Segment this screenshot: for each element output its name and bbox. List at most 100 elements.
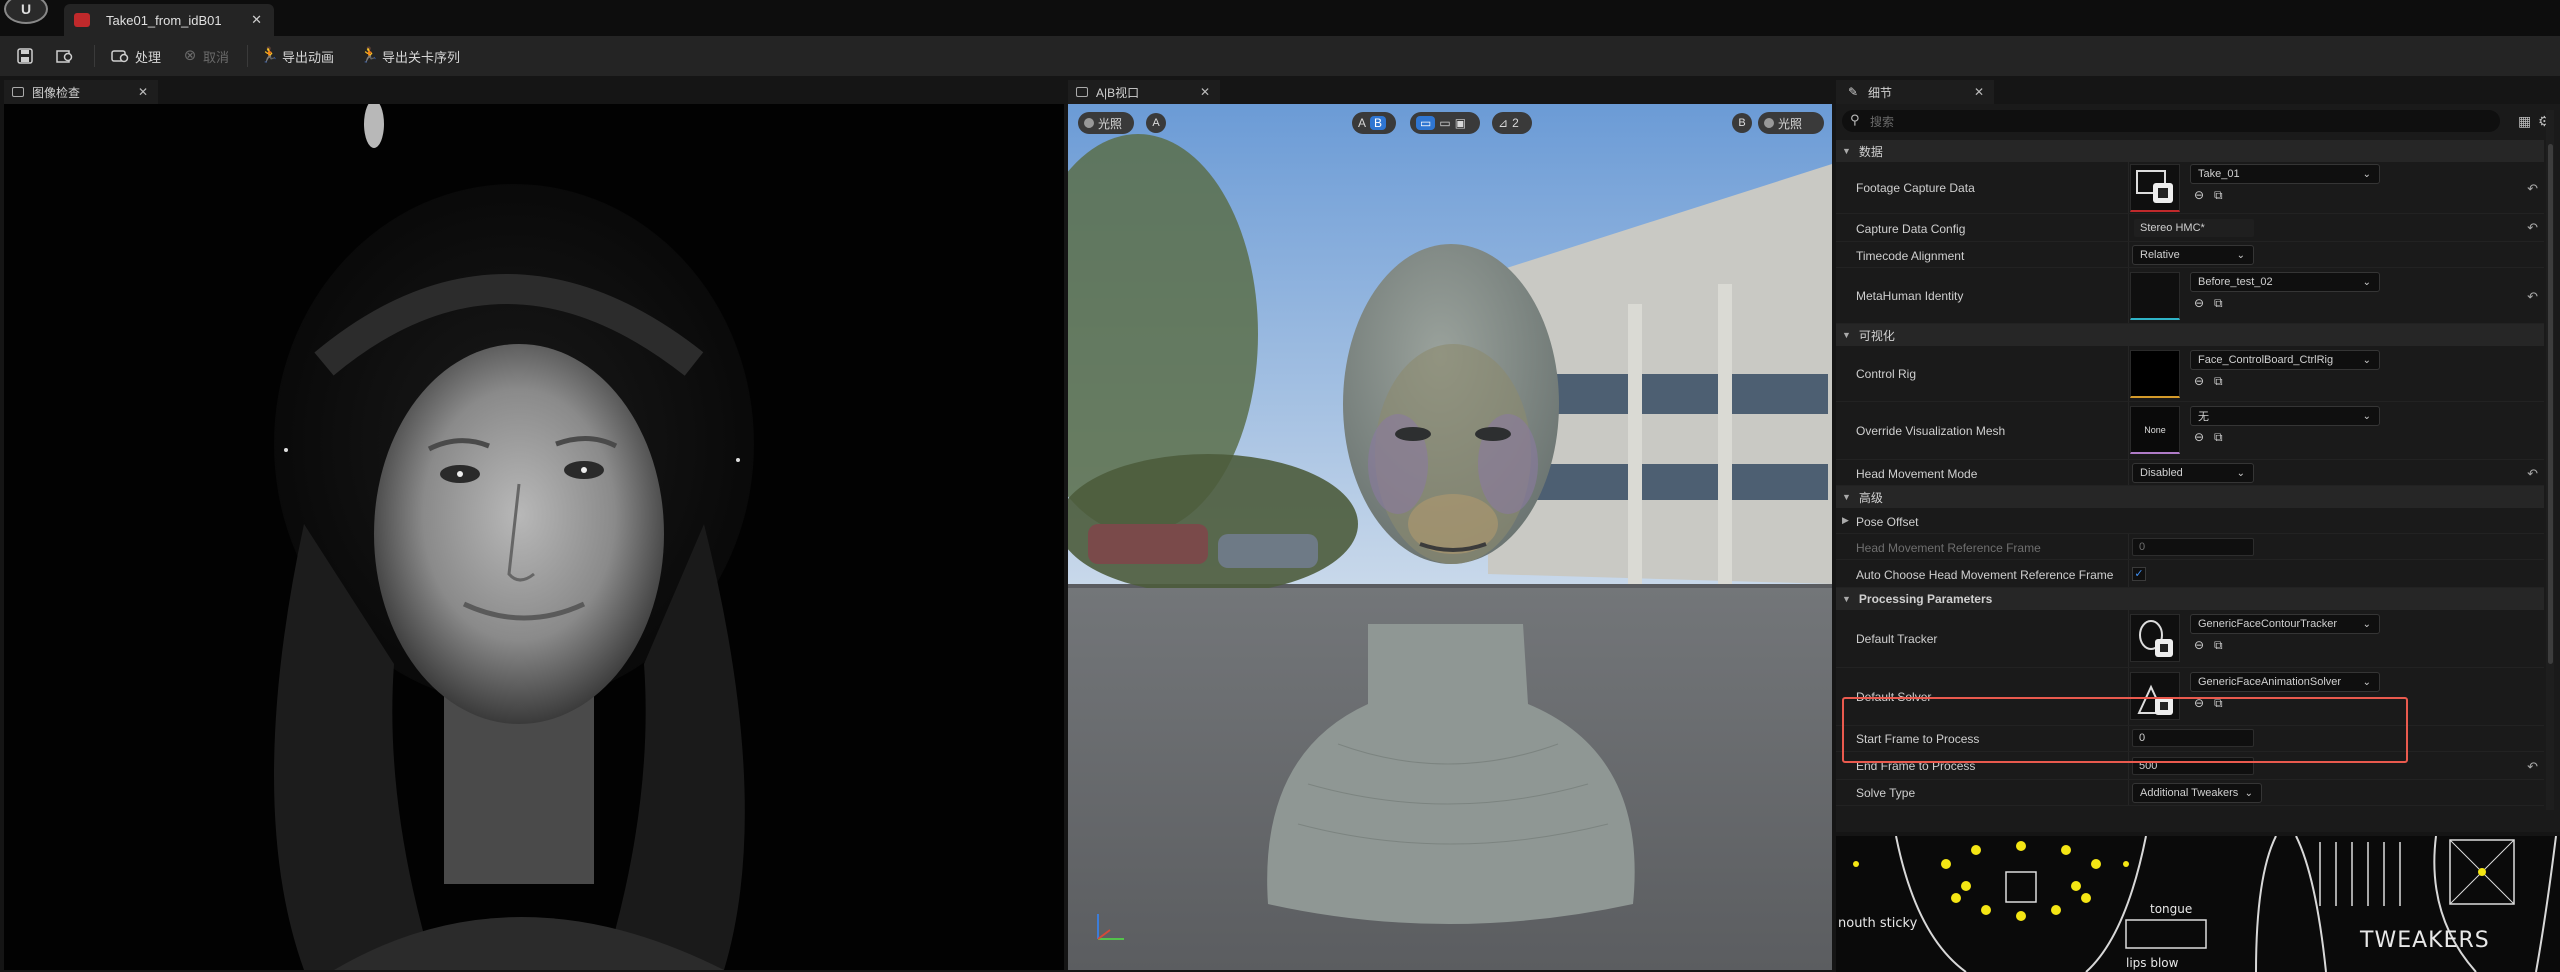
viewport-icon bbox=[1076, 87, 1088, 97]
ab-toggle[interactable]: A B bbox=[1352, 112, 1396, 134]
wipe-layout-icon[interactable]: ▣ bbox=[1455, 116, 1466, 130]
depth-toggle[interactable]: ⊿ 2 bbox=[1492, 112, 1532, 134]
section-advanced[interactable]: ▼ 高级 bbox=[1836, 486, 2544, 508]
row-divider bbox=[2128, 534, 2129, 559]
tab-details-label: 细节 bbox=[1868, 85, 1893, 100]
end-frame-input[interactable]: 500 bbox=[2132, 757, 2254, 775]
document-tab-label: Take01_from_idB01 bbox=[106, 12, 222, 28]
pencil-icon: ✎ bbox=[1847, 85, 1859, 99]
export-animation-button[interactable]: 🏃 导出动画 bbox=[260, 36, 334, 76]
use-selected-icon[interactable]: ⊖ bbox=[2194, 430, 2204, 444]
lighting-a-dropdown[interactable]: 光照 bbox=[1078, 112, 1134, 134]
control-board-viewport[interactable]: nouth sticky tongue lips blow TWEAKERS bbox=[1836, 836, 2560, 972]
tracker-thumbnail[interactable] bbox=[2130, 614, 2180, 662]
mesh-thumbnail[interactable]: None bbox=[2130, 406, 2180, 454]
document-tab[interactable]: Take01_from_idB01 ✕ bbox=[64, 4, 274, 36]
default-solver-dropdown[interactable]: GenericFaceAnimationSolver ⌄ bbox=[2190, 672, 2380, 692]
process-button[interactable]: 处理 bbox=[111, 36, 161, 76]
chevron-down-icon: ⌄ bbox=[2362, 410, 2371, 422]
layout-toggle[interactable]: ▭ ▭ ▣ bbox=[1410, 112, 1480, 134]
section-visualization[interactable]: ▼ 可视化 bbox=[1836, 324, 2544, 346]
row-pose-offset[interactable]: ▶ Pose Offset bbox=[1836, 508, 2544, 534]
browse-icon[interactable]: ⧉ bbox=[2214, 430, 2223, 445]
metahuman-performance-icon bbox=[74, 13, 90, 27]
footage-image bbox=[4, 104, 1064, 970]
chevron-right-icon[interactable]: ▶ bbox=[1842, 515, 1849, 526]
browse-icon[interactable]: ⧉ bbox=[2214, 696, 2223, 711]
browse-icon[interactable]: ⧉ bbox=[2214, 638, 2223, 653]
row-default-tracker: Default Tracker GenericFaceContourTracke… bbox=[1836, 610, 2544, 668]
details-scrollbar-thumb[interactable] bbox=[2548, 144, 2553, 664]
process-icon bbox=[111, 48, 129, 64]
cancel-button[interactable]: ⊗ 取消 bbox=[181, 36, 229, 76]
close-icon[interactable]: ✕ bbox=[1200, 85, 1210, 99]
tab-image-review[interactable]: 图像检查 ✕ bbox=[4, 80, 158, 104]
row-divider bbox=[2128, 346, 2129, 401]
reset-to-default-icon[interactable]: ↶ bbox=[2527, 466, 2538, 482]
view-a-button[interactable]: A bbox=[1146, 113, 1166, 133]
solve-type-dropdown[interactable]: Additional Tweakers ⌄ bbox=[2132, 783, 2262, 803]
footage-capture-data-dropdown[interactable]: Take_01 ⌄ bbox=[2190, 164, 2380, 184]
reset-to-default-icon[interactable]: ↶ bbox=[2527, 289, 2538, 305]
grid-view-icon[interactable]: ▦ bbox=[2518, 113, 2531, 130]
solver-thumbnail[interactable] bbox=[2130, 672, 2180, 720]
ab-viewport[interactable]: 光照 A A B ▭ ▭ ▣ ⊿ 2 B 光照 bbox=[1068, 104, 1832, 970]
identity-thumbnail[interactable] bbox=[2130, 272, 2180, 320]
image-review-viewport[interactable] bbox=[4, 104, 1064, 970]
auto-choose-reference-frame-label: Auto Choose Head Movement Reference Fram… bbox=[1856, 568, 2114, 582]
browse-icon[interactable]: ⧉ bbox=[2214, 296, 2223, 311]
auto-choose-reference-frame-checkbox[interactable]: ✓ bbox=[2132, 567, 2146, 581]
lighting-b-dropdown[interactable]: 光照 bbox=[1758, 112, 1824, 134]
ab-toggle-b[interactable]: B bbox=[1370, 116, 1387, 130]
footage-capture-data-label: Footage Capture Data bbox=[1856, 181, 1975, 195]
browse-icon[interactable]: ⧉ bbox=[2214, 374, 2223, 389]
use-selected-icon[interactable]: ⊖ bbox=[2194, 296, 2204, 310]
head-movement-mode-dropdown[interactable]: Disabled ⌄ bbox=[2132, 463, 2254, 483]
timecode-alignment-dropdown[interactable]: Relative ⌄ bbox=[2132, 245, 2254, 265]
override-visualization-mesh-dropdown[interactable]: 无 ⌄ bbox=[2190, 406, 2380, 426]
footage-thumbnail[interactable] bbox=[2130, 164, 2180, 212]
close-icon[interactable]: ✕ bbox=[1974, 85, 1984, 99]
save-button[interactable] bbox=[16, 36, 34, 76]
section-data[interactable]: ▼ 数据 bbox=[1836, 140, 2544, 162]
tab-details[interactable]: ✎ 细节 ✕ bbox=[1836, 80, 1994, 104]
section-processing-parameters[interactable]: ▼ Processing Parameters bbox=[1836, 588, 2544, 610]
view-b-button[interactable]: B bbox=[1732, 113, 1752, 133]
lighting-a-label: 光照 bbox=[1098, 116, 1123, 131]
split-layout-icon[interactable]: ▭ bbox=[1439, 116, 1450, 130]
single-layout-icon[interactable]: ▭ bbox=[1416, 116, 1436, 130]
search-icon: ⚲ bbox=[1850, 112, 1860, 127]
browse-icon[interactable]: ⧉ bbox=[2214, 188, 2223, 203]
browse-button[interactable] bbox=[56, 36, 74, 76]
use-selected-icon[interactable]: ⊖ bbox=[2194, 188, 2204, 202]
reset-to-default-icon[interactable]: ↶ bbox=[2527, 220, 2538, 236]
row-metahuman-identity: MetaHuman Identity Before_test_02 ⌄ ⊖ ⧉ … bbox=[1836, 268, 2544, 324]
metahuman-identity-dropdown[interactable]: Before_test_02 ⌄ bbox=[2190, 272, 2380, 292]
chevron-down-icon: ⌄ bbox=[2236, 467, 2245, 479]
export-animation-label: 导出动画 bbox=[282, 49, 335, 65]
ab-toggle-a[interactable]: A bbox=[1358, 116, 1366, 130]
tab-ab-viewport[interactable]: A|B视口 ✕ bbox=[1068, 80, 1220, 104]
cancel-icon: ⊗ bbox=[183, 47, 197, 64]
control-rig-value: Face_ControlBoard_CtrlRig bbox=[2198, 354, 2334, 366]
control-rig-dropdown[interactable]: Face_ControlBoard_CtrlRig ⌄ bbox=[2190, 350, 2380, 370]
use-selected-icon[interactable]: ⊖ bbox=[2194, 638, 2204, 652]
row-timecode-alignment: Timecode Alignment Relative ⌄ bbox=[1836, 242, 2544, 268]
row-divider bbox=[2128, 560, 2129, 587]
export-level-sequence-button[interactable]: 🏃 导出关卡序列 bbox=[360, 36, 460, 76]
details-search-input[interactable]: 搜索 bbox=[1842, 110, 2500, 132]
use-selected-icon[interactable]: ⊖ bbox=[2194, 374, 2204, 388]
use-selected-icon[interactable]: ⊖ bbox=[2194, 696, 2204, 710]
reset-to-default-icon[interactable]: ↶ bbox=[2527, 759, 2538, 775]
head-movement-reference-frame-input[interactable]: 0 bbox=[2132, 538, 2254, 556]
control-rig-thumbnail[interactable] bbox=[2130, 350, 2180, 398]
start-frame-input[interactable]: 0 bbox=[2132, 729, 2254, 747]
default-tracker-dropdown[interactable]: GenericFaceContourTracker ⌄ bbox=[2190, 614, 2380, 634]
default-solver-value: GenericFaceAnimationSolver bbox=[2198, 676, 2342, 688]
close-icon[interactable]: ✕ bbox=[251, 12, 262, 28]
close-icon[interactable]: ✕ bbox=[138, 85, 148, 99]
running-figure-icon: 🏃 bbox=[360, 47, 379, 64]
unreal-logo-icon[interactable]: U bbox=[4, 0, 48, 24]
row-default-solver: Default Solver GenericFaceAnimationSolve… bbox=[1836, 668, 2544, 726]
reset-to-default-icon[interactable]: ↶ bbox=[2527, 181, 2538, 197]
